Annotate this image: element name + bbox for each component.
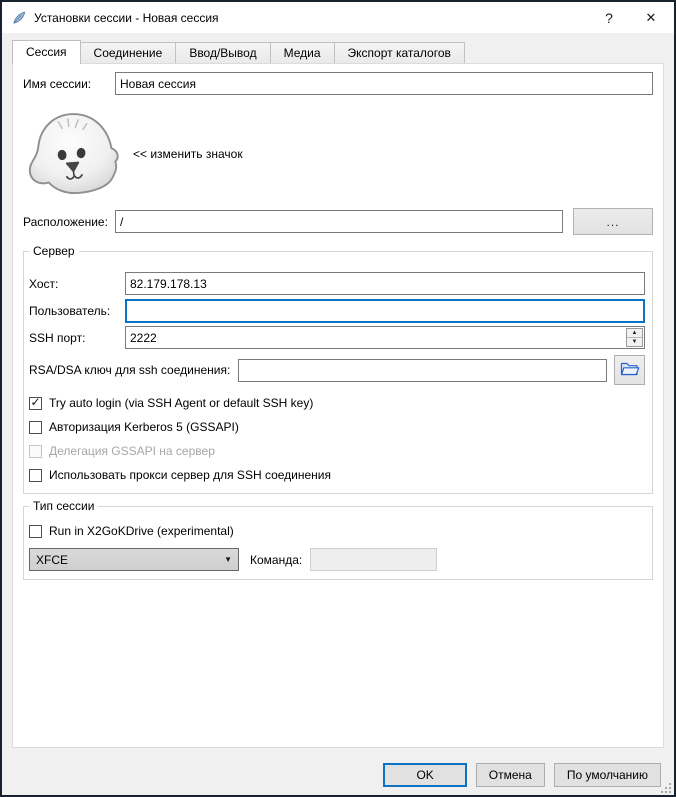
path-input[interactable] [115, 210, 563, 233]
tab-page-session: Имя сессии: [12, 63, 664, 748]
tab-media[interactable]: Медиа [270, 42, 335, 63]
host-label: Хост: [29, 277, 125, 291]
tab-session[interactable]: Сессия [12, 40, 81, 64]
window-title: Установки сессии - Новая сессия [34, 11, 588, 25]
help-button[interactable]: ? [588, 2, 630, 33]
change-icon-label: << изменить значок [133, 147, 243, 161]
session-name-label: Имя сессии: [23, 77, 115, 91]
ssh-port-label: SSH порт: [29, 331, 125, 345]
path-label: Расположение: [23, 215, 115, 229]
checkbox-unchecked-icon [29, 421, 42, 434]
spin-up-icon[interactable]: ▲ [627, 329, 642, 338]
cancel-button[interactable]: Отмена [476, 763, 545, 787]
dialog-body: Сессия Соединение Ввод/Вывод Медиа Экспо… [2, 33, 674, 795]
command-label: Команда: [250, 553, 302, 567]
session-settings-dialog: Установки сессии - Новая сессия ? ✕ Сесс… [0, 0, 676, 797]
server-group: Сервер Хост: Пользователь: SSH порт: ▲ [23, 251, 653, 494]
session-seal-icon[interactable] [26, 110, 121, 198]
checkbox-ssh-proxy[interactable]: Использовать прокси сервер для SSH соеди… [29, 465, 645, 485]
browse-button[interactable]: ... [573, 208, 653, 235]
checkbox-gssapi-delegation: Делегация GSSAPI на сервер [29, 441, 645, 461]
ssh-key-input[interactable] [238, 359, 607, 382]
ok-button[interactable]: OK [383, 763, 466, 787]
command-input [310, 548, 437, 571]
defaults-button[interactable]: По умолчанию [554, 763, 661, 787]
ssh-port-input[interactable] [125, 326, 645, 349]
checkbox-unchecked-icon [29, 469, 42, 482]
folder-icon [620, 361, 640, 380]
session-type-group-title: Тип сессии [29, 499, 98, 513]
session-type-value: XFCE [36, 553, 224, 567]
checkbox-unchecked-icon [29, 525, 42, 538]
ssh-key-label: RSA/DSA ключ для ssh соединения: [29, 363, 230, 377]
tab-input-output[interactable]: Ввод/Вывод [175, 42, 270, 63]
session-name-input[interactable] [115, 72, 653, 95]
session-type-select[interactable]: XFCE ▼ [29, 548, 239, 571]
titlebar[interactable]: Установки сессии - Новая сессия ? ✕ [2, 2, 674, 33]
checkbox-checked-icon: ✓ [29, 397, 42, 410]
tab-connection[interactable]: Соединение [80, 42, 177, 63]
footer: OK Отмена По умолчанию [12, 763, 664, 787]
host-input[interactable] [125, 272, 645, 295]
spin-down-icon[interactable]: ▼ [627, 338, 642, 346]
resize-grip[interactable] [660, 782, 671, 793]
session-type-group: Тип сессии Run in X2GoKDrive (experiment… [23, 506, 653, 580]
chevron-down-icon: ▼ [224, 555, 232, 564]
user-label: Пользователь: [29, 304, 125, 318]
feather-icon [11, 10, 27, 26]
checkbox-try-auto-login[interactable]: ✓ Try auto login (via SSH Agent or defau… [29, 393, 645, 413]
browse-key-button[interactable] [614, 355, 645, 385]
close-button[interactable]: ✕ [630, 2, 672, 33]
ssh-port-spinbox: ▲ ▼ [125, 326, 645, 349]
checkbox-disabled-icon [29, 445, 42, 458]
user-input[interactable] [125, 299, 645, 323]
tabbar: Сессия Соединение Ввод/Вывод Медиа Экспо… [12, 39, 664, 63]
checkbox-kerberos[interactable]: Авторизация Kerberos 5 (GSSAPI) [29, 417, 645, 437]
server-group-title: Сервер [29, 244, 79, 258]
tab-shared-folders[interactable]: Экспорт каталогов [334, 42, 465, 63]
checkbox-x2gokdrive[interactable]: Run in X2GoKDrive (experimental) [29, 521, 645, 541]
